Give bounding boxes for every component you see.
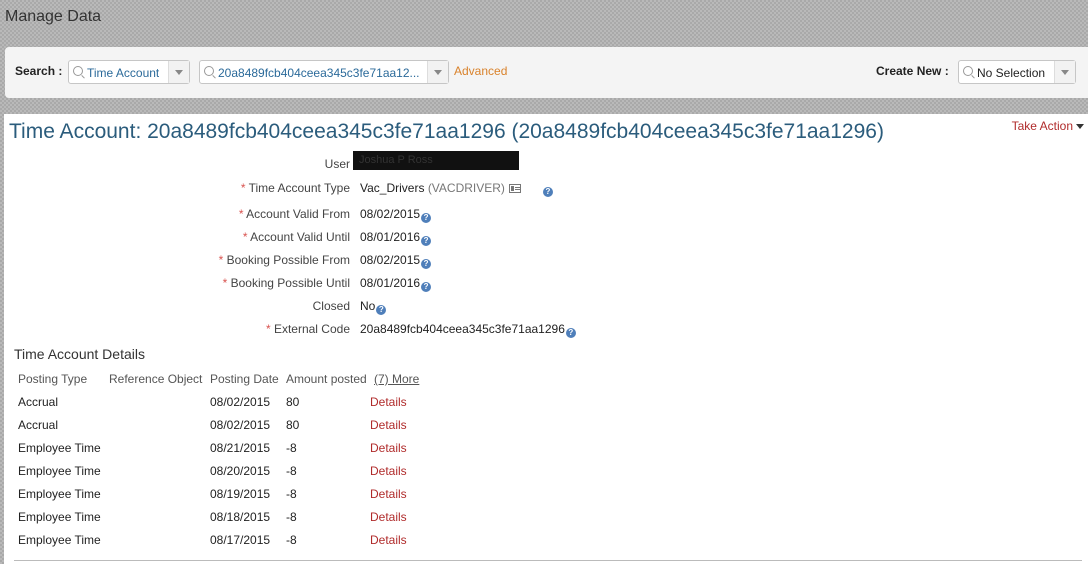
chevron-down-icon[interactable] xyxy=(168,61,189,83)
object-type-combo[interactable]: Time Account xyxy=(68,60,190,84)
help-icon[interactable]: ? xyxy=(421,282,432,292)
help-icon[interactable]: ? xyxy=(421,213,432,223)
help-icon[interactable]: ? xyxy=(565,328,576,338)
cell-posting-type: Employee Time xyxy=(18,441,101,455)
cell-amount: -8 xyxy=(286,533,297,547)
details-link[interactable]: Details xyxy=(370,510,407,524)
column-header: Posting Date xyxy=(210,372,279,386)
redacted-user-value: Joshua P Ross xyxy=(353,151,519,170)
create-new-label: Create New : xyxy=(876,64,949,78)
details-link[interactable]: Details xyxy=(370,487,407,501)
column-header: Posting Type xyxy=(18,372,88,386)
section-title: Time Account Details xyxy=(14,346,145,362)
cell-posting-type: Employee Time xyxy=(18,464,101,478)
take-action-button[interactable]: Take Action xyxy=(1012,119,1084,133)
details-link[interactable]: Details xyxy=(370,395,407,409)
cell-posting-date: 08/17/2015 xyxy=(210,533,271,547)
cell-posting-date: 08/21/2015 xyxy=(210,441,271,455)
field-label: * Account Valid From xyxy=(238,207,350,221)
user-value[interactable]: Joshua P Ross xyxy=(359,154,433,166)
record-title: Time Account: 20a8489fcb404ceea345c3fe71… xyxy=(9,120,884,143)
details-link[interactable]: Details xyxy=(370,464,407,478)
field-label: * Account Valid Until xyxy=(242,230,350,244)
details-link[interactable]: Details xyxy=(370,533,407,547)
divider xyxy=(14,560,1082,561)
more-columns-link[interactable]: (7) More xyxy=(374,372,419,386)
create-new-value: No Selection xyxy=(977,66,1046,80)
field-value: 08/01/2016? xyxy=(360,276,432,292)
cell-posting-type: Accrual xyxy=(18,395,59,409)
cell-posting-type: Employee Time xyxy=(18,487,101,501)
time-account-type-value[interactable]: Vac_Drivers xyxy=(360,181,424,195)
field-value: No? xyxy=(360,299,387,315)
record-panel: Time Account: 20a8489fcb404ceea345c3fe71… xyxy=(4,114,1088,564)
column-header: Reference Object xyxy=(109,372,203,386)
field-label: * External Code xyxy=(265,322,350,336)
advanced-search-link[interactable]: Advanced xyxy=(454,64,507,78)
record-search-combo[interactable]: 20a8489fcb404ceea345c3fe71aa12... xyxy=(199,60,449,84)
create-new-combo[interactable]: No Selection xyxy=(958,60,1076,84)
cell-amount: -8 xyxy=(286,441,297,455)
details-link[interactable]: Details xyxy=(370,441,407,455)
search-label: Search : xyxy=(15,64,63,78)
chevron-down-icon[interactable] xyxy=(427,61,448,83)
search-icon xyxy=(204,66,214,76)
page-title: Manage Data xyxy=(5,8,102,25)
cell-posting-date: 08/02/2015 xyxy=(210,418,271,432)
cell-posting-date: 08/02/2015 xyxy=(210,395,271,409)
field-closed: Closed No? xyxy=(4,299,704,317)
object-type-value: Time Account xyxy=(87,66,160,80)
card-icon[interactable] xyxy=(508,184,521,193)
time-account-type-code: (VACDRIVER) xyxy=(427,181,505,195)
field-label: * Booking Possible From xyxy=(218,253,350,267)
cell-amount: -8 xyxy=(286,487,297,501)
take-action-label: Take Action xyxy=(1011,119,1073,133)
field-value: 20a8489fcb404ceea345c3fe71aa1296? xyxy=(360,322,576,338)
field-value: 08/01/2016? xyxy=(360,230,432,246)
chevron-down-icon[interactable] xyxy=(1054,61,1075,83)
cell-amount: 80 xyxy=(286,395,300,409)
field-value: 08/02/2015? xyxy=(360,253,432,269)
help-icon[interactable]: ? xyxy=(421,236,432,246)
cell-posting-type: Employee Time xyxy=(18,510,101,524)
field-label: * Booking Possible Until xyxy=(222,276,350,290)
field-booking-possible-from: * Booking Possible From 08/02/2015? xyxy=(4,253,704,271)
field-label: * Time Account Type xyxy=(240,181,350,195)
search-icon xyxy=(963,66,973,76)
search-bar: Search : Time Account 20a8489fcb404ceea3… xyxy=(5,47,1088,98)
field-account-valid-until: * Account Valid Until 08/01/2016? xyxy=(4,230,704,248)
cell-posting-date: 08/18/2015 xyxy=(210,510,271,524)
help-icon[interactable]: ? xyxy=(421,259,432,269)
field-value: 08/02/2015? xyxy=(360,207,432,223)
field-label: User xyxy=(324,157,350,171)
record-search-value: 20a8489fcb404ceea345c3fe71aa12... xyxy=(218,66,420,80)
field-label: Closed xyxy=(312,299,350,313)
field-account-valid-from: * Account Valid From 08/02/2015? xyxy=(4,207,704,225)
caret-down-icon xyxy=(1076,124,1084,130)
cell-amount: 80 xyxy=(286,418,300,432)
cell-posting-type: Employee Time xyxy=(18,533,101,547)
field-booking-possible-until: * Booking Possible Until 08/01/2016? xyxy=(4,276,704,294)
cell-posting-date: 08/19/2015 xyxy=(210,487,271,501)
field-time-account-type: * Time Account Type Vac_Drivers (VACDRIV… xyxy=(4,181,704,199)
field-external-code: * External Code 20a8489fcb404ceea345c3fe… xyxy=(4,322,704,340)
cell-amount: -8 xyxy=(286,464,297,478)
column-header: Amount posted xyxy=(286,372,367,386)
help-icon[interactable]: ? xyxy=(542,187,553,197)
cell-posting-type: Accrual xyxy=(18,418,59,432)
help-icon[interactable]: ? xyxy=(376,305,387,315)
details-link[interactable]: Details xyxy=(370,418,407,432)
cell-posting-date: 08/20/2015 xyxy=(210,464,271,478)
search-icon xyxy=(73,66,83,76)
cell-amount: -8 xyxy=(286,510,297,524)
field-value: Vac_Drivers (VACDRIVER)? xyxy=(360,181,553,197)
